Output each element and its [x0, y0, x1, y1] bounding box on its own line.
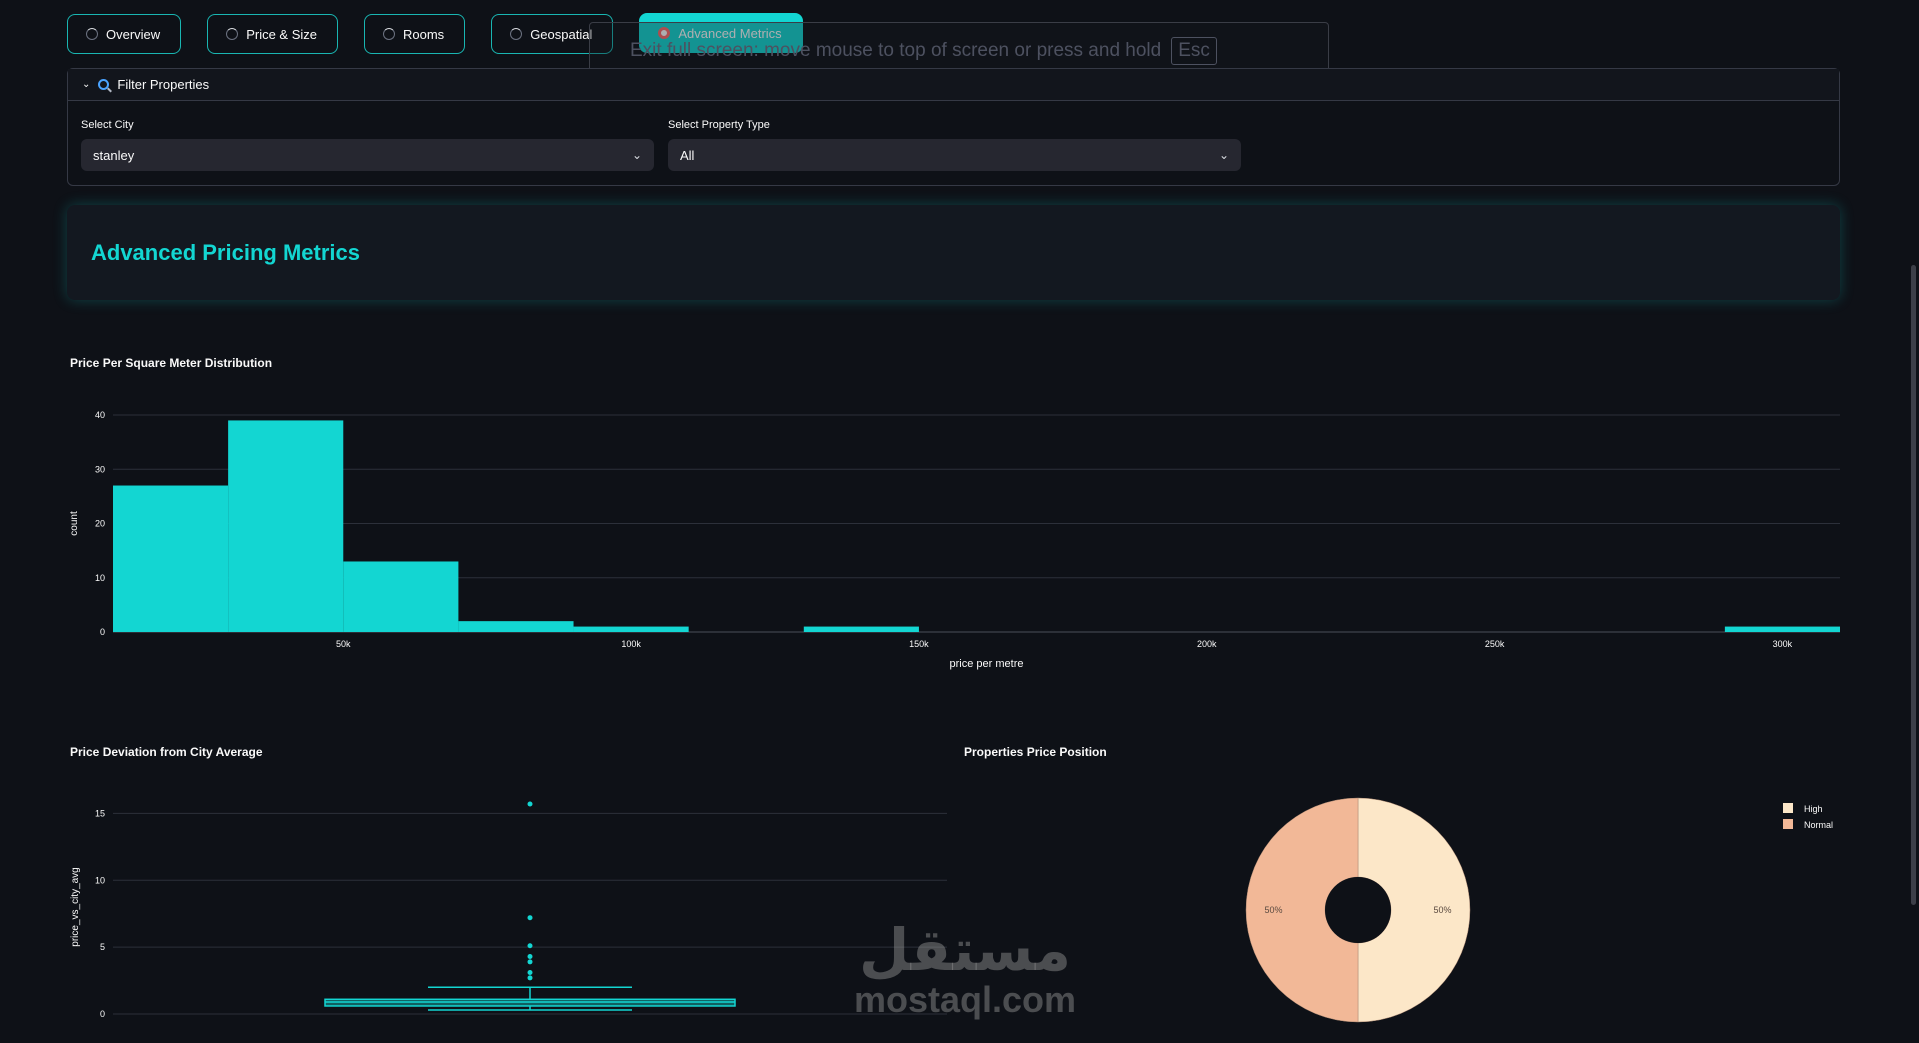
- histogram-bar: [228, 420, 344, 632]
- filter-panel: ⌄ Filter Properties Select City stanley …: [67, 68, 1840, 186]
- chevron-down-icon: ⌄: [631, 148, 642, 162]
- outlier-point: [527, 959, 533, 965]
- banner-text: Exit full screen: move mouse to top of s…: [630, 40, 1162, 61]
- chevron-down-icon: ⌄: [1218, 148, 1229, 162]
- pie-hole: [1325, 877, 1391, 943]
- histogram-chart: 0 10 20 30 40 50k 100k 150k 200k 250k 300k price pe…: [69, 410, 1840, 670]
- x-tick-label: 300k: [1773, 639, 1793, 649]
- histogram-title: Price Per Square Meter Distribution: [70, 356, 273, 370]
- histogram-bar: [1724, 626, 1840, 632]
- tab-overview[interactable]: Overview: [67, 14, 182, 54]
- property-type-select[interactable]: All ⌄: [668, 139, 1241, 171]
- banner-key: Esc: [1171, 37, 1217, 65]
- y-tick-label: 10: [95, 573, 105, 583]
- city-label: Select City: [81, 119, 134, 131]
- histogram-bar: [343, 561, 459, 632]
- pie-slice-label: 50%: [1433, 905, 1451, 915]
- tab-label: Rooms: [403, 26, 445, 42]
- tab-label: Geospatial: [530, 26, 593, 42]
- outlier-point: [527, 943, 533, 949]
- tab-rooms[interactable]: Rooms: [364, 14, 466, 54]
- pie-slice-label: 50%: [1264, 905, 1282, 915]
- boxplot-title: Price Deviation from City Average: [70, 745, 263, 759]
- city-select[interactable]: stanley ⌄: [81, 139, 654, 171]
- x-tick-label: 100k: [621, 639, 641, 649]
- y-tick-label: 0: [100, 1009, 105, 1019]
- section-title: Advanced Pricing Metrics: [91, 239, 360, 265]
- x-tick-label: 250k: [1485, 639, 1505, 649]
- outlier-point: [527, 970, 533, 976]
- y-tick-label: 20: [95, 519, 105, 529]
- tab-price-size[interactable]: Price & Size: [207, 14, 338, 54]
- radio-icon: [226, 28, 239, 40]
- legend-label: Normal: [1804, 820, 1833, 830]
- tab-label: Overview: [106, 26, 161, 42]
- y-axis-label: price_vs_city_avg: [70, 867, 81, 946]
- type-value: All: [680, 147, 695, 163]
- chevron-down-icon[interactable]: ⌄: [82, 79, 90, 90]
- histogram-bar: [113, 485, 229, 632]
- legend-label: High: [1804, 804, 1823, 814]
- y-tick-label: 0: [100, 627, 105, 637]
- legend-swatch: [1783, 803, 1793, 813]
- pie-title: Properties Price Position: [964, 745, 1107, 759]
- radio-icon: [86, 28, 98, 40]
- boxplot-chart: 0 5 10 15 price_vs_city_avg: [70, 801, 947, 1019]
- outlier-point: [527, 801, 533, 807]
- histogram-bar: [458, 621, 574, 632]
- x-tick-label: 150k: [909, 639, 929, 649]
- radio-icon: [383, 28, 395, 40]
- section-header-card: Advanced Pricing Metrics: [67, 205, 1840, 300]
- y-tick-label: 5: [100, 942, 105, 952]
- type-label: Select Property Type: [668, 119, 770, 131]
- city-value: stanley: [93, 147, 135, 163]
- y-tick-label: 30: [95, 464, 105, 474]
- radio-icon: [510, 28, 523, 40]
- pie-chart: 50% 50% High Normal: [1245, 797, 1833, 1023]
- y-axis-label: count: [69, 511, 80, 536]
- x-axis-label: price per metre: [950, 658, 1024, 670]
- watermark: مستقل mostaql.com: [853, 916, 1077, 1020]
- outlier-point: [527, 915, 533, 921]
- histogram-bar: [573, 626, 689, 632]
- outlier-point: [527, 953, 533, 959]
- x-tick-label: 50k: [336, 639, 351, 649]
- y-tick-label: 15: [95, 808, 105, 818]
- y-tick-label: 40: [95, 410, 105, 420]
- scrollbar-thumb[interactable]: [1911, 265, 1916, 905]
- search-icon: [98, 79, 110, 90]
- y-tick-label: 10: [95, 875, 105, 885]
- tab-label: Price & Size: [246, 26, 317, 42]
- filter-title: Filter Properties: [117, 77, 210, 92]
- legend-swatch: [1783, 819, 1793, 829]
- outlier-point: [527, 975, 533, 981]
- x-tick-label: 200k: [1197, 639, 1217, 649]
- histogram-bar: [803, 626, 919, 632]
- filter-header[interactable]: ⌄ Filter Properties: [68, 69, 1839, 101]
